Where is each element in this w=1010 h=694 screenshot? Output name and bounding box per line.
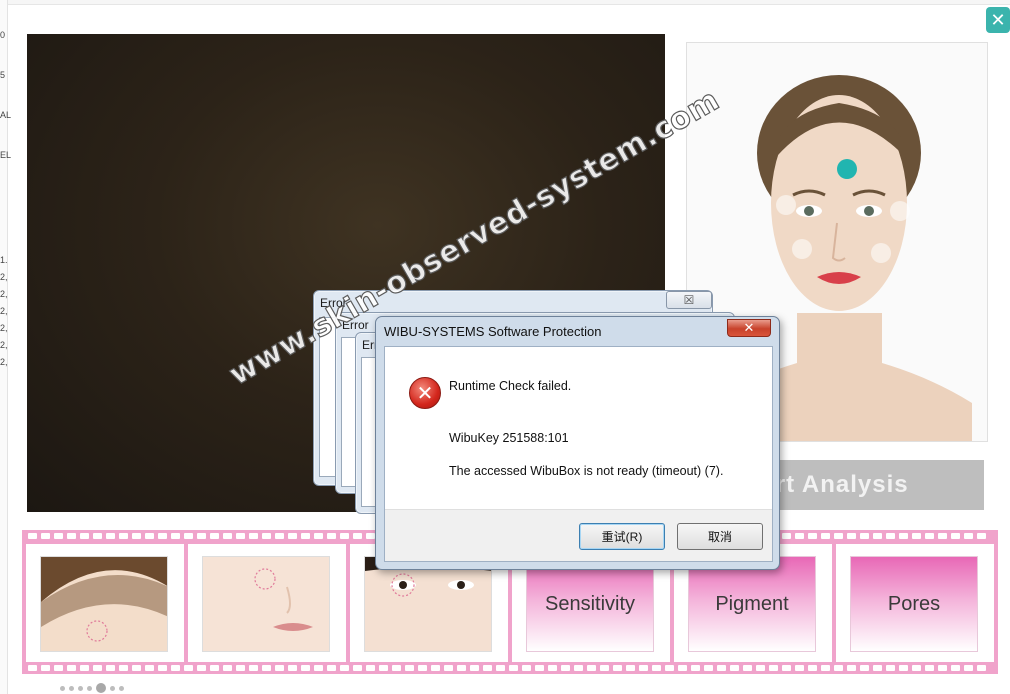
film-frame-pores[interactable]: Pores xyxy=(836,544,994,662)
dialog-title: WIBU-SYSTEMS Software Protection xyxy=(384,324,602,339)
dialog-message-line1: Runtime Check failed. xyxy=(449,379,572,393)
start-analysis-label: art Analysis xyxy=(761,471,909,498)
bg-fragment: 2, xyxy=(0,289,8,299)
pager-dot[interactable] xyxy=(110,685,115,691)
bg-fragment: 0 xyxy=(0,30,6,40)
forehead-spot xyxy=(837,159,857,179)
bg-fragment: 2, xyxy=(0,340,8,350)
error-window-title: Error xyxy=(342,318,369,332)
pager-dot[interactable] xyxy=(78,685,83,691)
pager-dot-active[interactable] xyxy=(96,683,106,693)
background-app-left-panel: 0 5 AL EL 1. 2, 2, 2, 2, 2, 2, xyxy=(0,0,12,694)
bg-fragment: 5 xyxy=(0,70,6,80)
bg-fragment: EL xyxy=(0,150,12,160)
forehead-thumbnail xyxy=(40,556,168,652)
pigment-tile: Pigment xyxy=(688,556,816,652)
cancel-button[interactable]: 取消 xyxy=(677,523,763,550)
film-frame-forehead[interactable] xyxy=(26,544,184,662)
dialog-message-line3: The accessed WibuBox is not ready (timeo… xyxy=(449,464,724,478)
bg-fragment: 2, xyxy=(0,306,8,316)
pager-dot[interactable] xyxy=(119,685,124,691)
dialog-body: ✕ Runtime Check failed. WibuKey 251588:1… xyxy=(384,346,773,562)
bg-fragment: AL xyxy=(0,110,12,120)
error-window-close-button[interactable]: ☒ xyxy=(666,291,712,309)
close-icon: ✕ xyxy=(990,9,1006,30)
bg-fragment: 2, xyxy=(0,323,8,333)
bg-fragment: 2, xyxy=(0,272,8,282)
pager-dot[interactable] xyxy=(87,685,92,691)
wibu-error-dialog: WIBU-SYSTEMS Software Protection ✕ ✕ Run… xyxy=(375,316,780,570)
window-close-button[interactable]: ✕ xyxy=(986,7,1010,33)
bg-fragment: 2, xyxy=(0,357,8,367)
eye-thumbnail xyxy=(364,556,492,652)
film-sprockets-bottom xyxy=(28,665,992,671)
dialog-close-button[interactable]: ✕ xyxy=(727,319,771,337)
close-icon: ☒ xyxy=(683,293,695,307)
sensitivity-tile: Sensitivity xyxy=(526,556,654,652)
bg-fragment: 1. xyxy=(0,255,8,265)
pager-dot[interactable] xyxy=(69,685,74,691)
pager-dots xyxy=(60,683,124,693)
dialog-message-line2: WibuKey 251588:101 xyxy=(449,431,569,445)
film-frame-cheek[interactable] xyxy=(188,544,346,662)
close-icon: ✕ xyxy=(743,320,755,335)
cheek-thumbnail xyxy=(202,556,330,652)
retry-button[interactable]: 重试(R) xyxy=(579,523,665,550)
dialog-footer: 重试(R) 取消 xyxy=(385,509,772,561)
background-app-strip xyxy=(0,0,1010,5)
pager-dot[interactable] xyxy=(60,685,65,691)
pores-tile: Pores xyxy=(850,556,978,652)
error-icon: ✕ xyxy=(409,377,441,409)
error-window-title: Error xyxy=(320,296,347,310)
